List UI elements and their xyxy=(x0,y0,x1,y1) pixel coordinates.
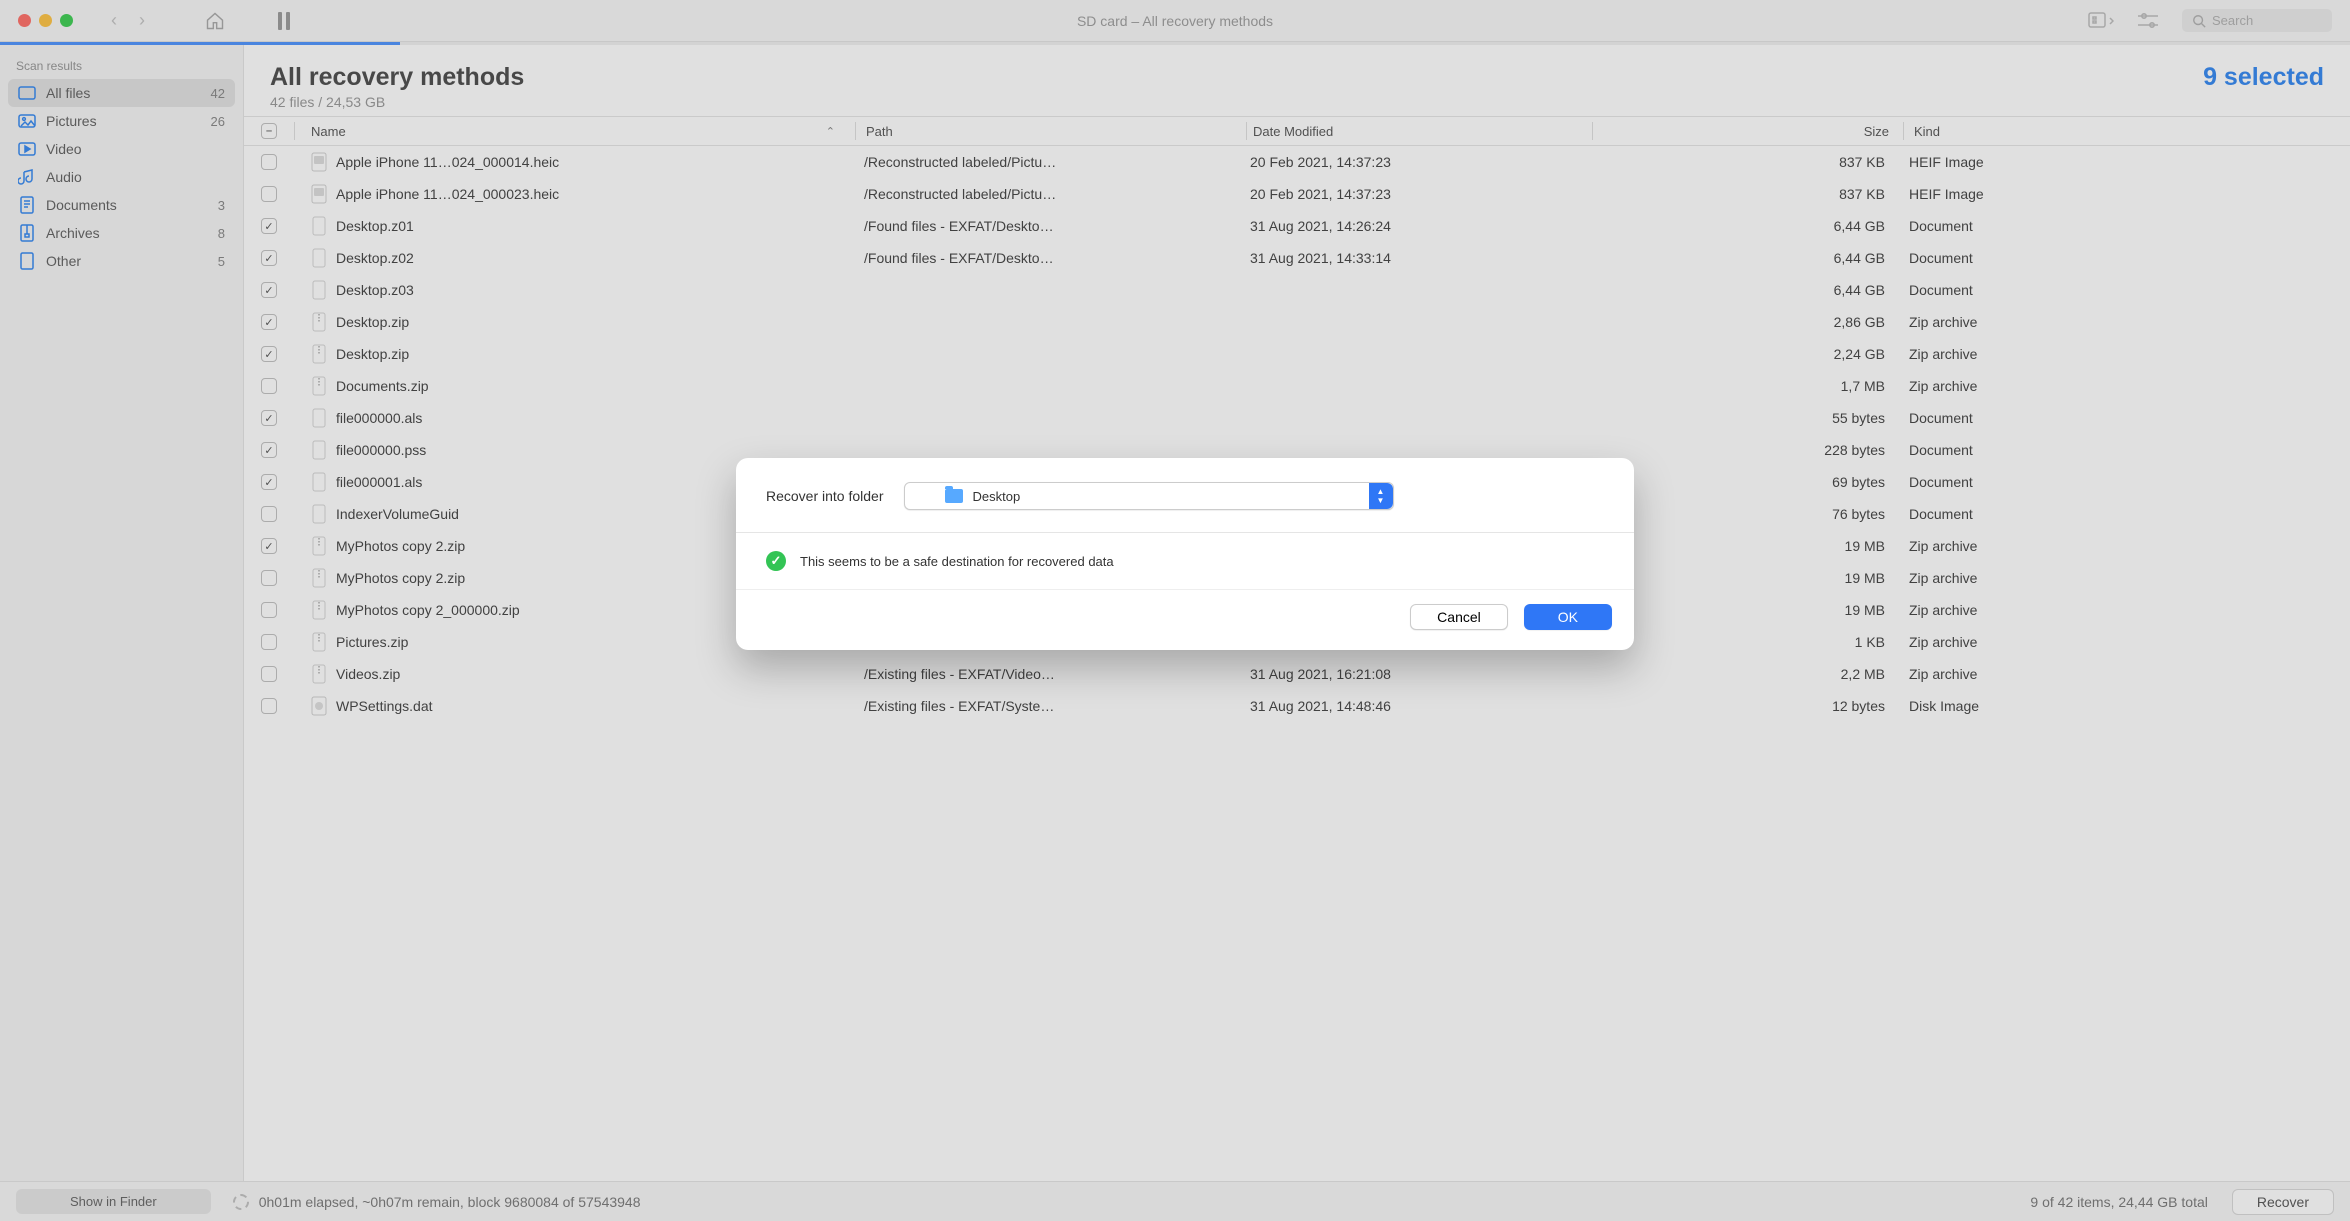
destination-value: Desktop xyxy=(973,489,1021,504)
folder-icon xyxy=(945,489,963,503)
dropdown-stepper-icon[interactable]: ▲▼ xyxy=(1369,483,1393,509)
destination-select[interactable]: Desktop ▲▼ xyxy=(904,482,1394,510)
recover-destination-dialog: Recover into folder Desktop ▲▼ ✓ This se… xyxy=(736,458,1634,650)
safe-destination-message: This seems to be a safe destination for … xyxy=(800,554,1114,569)
destination-label: Recover into folder xyxy=(766,488,884,504)
checkmark-circle-icon: ✓ xyxy=(766,551,786,571)
cancel-button[interactable]: Cancel xyxy=(1410,604,1508,630)
ok-button[interactable]: OK xyxy=(1524,604,1612,630)
